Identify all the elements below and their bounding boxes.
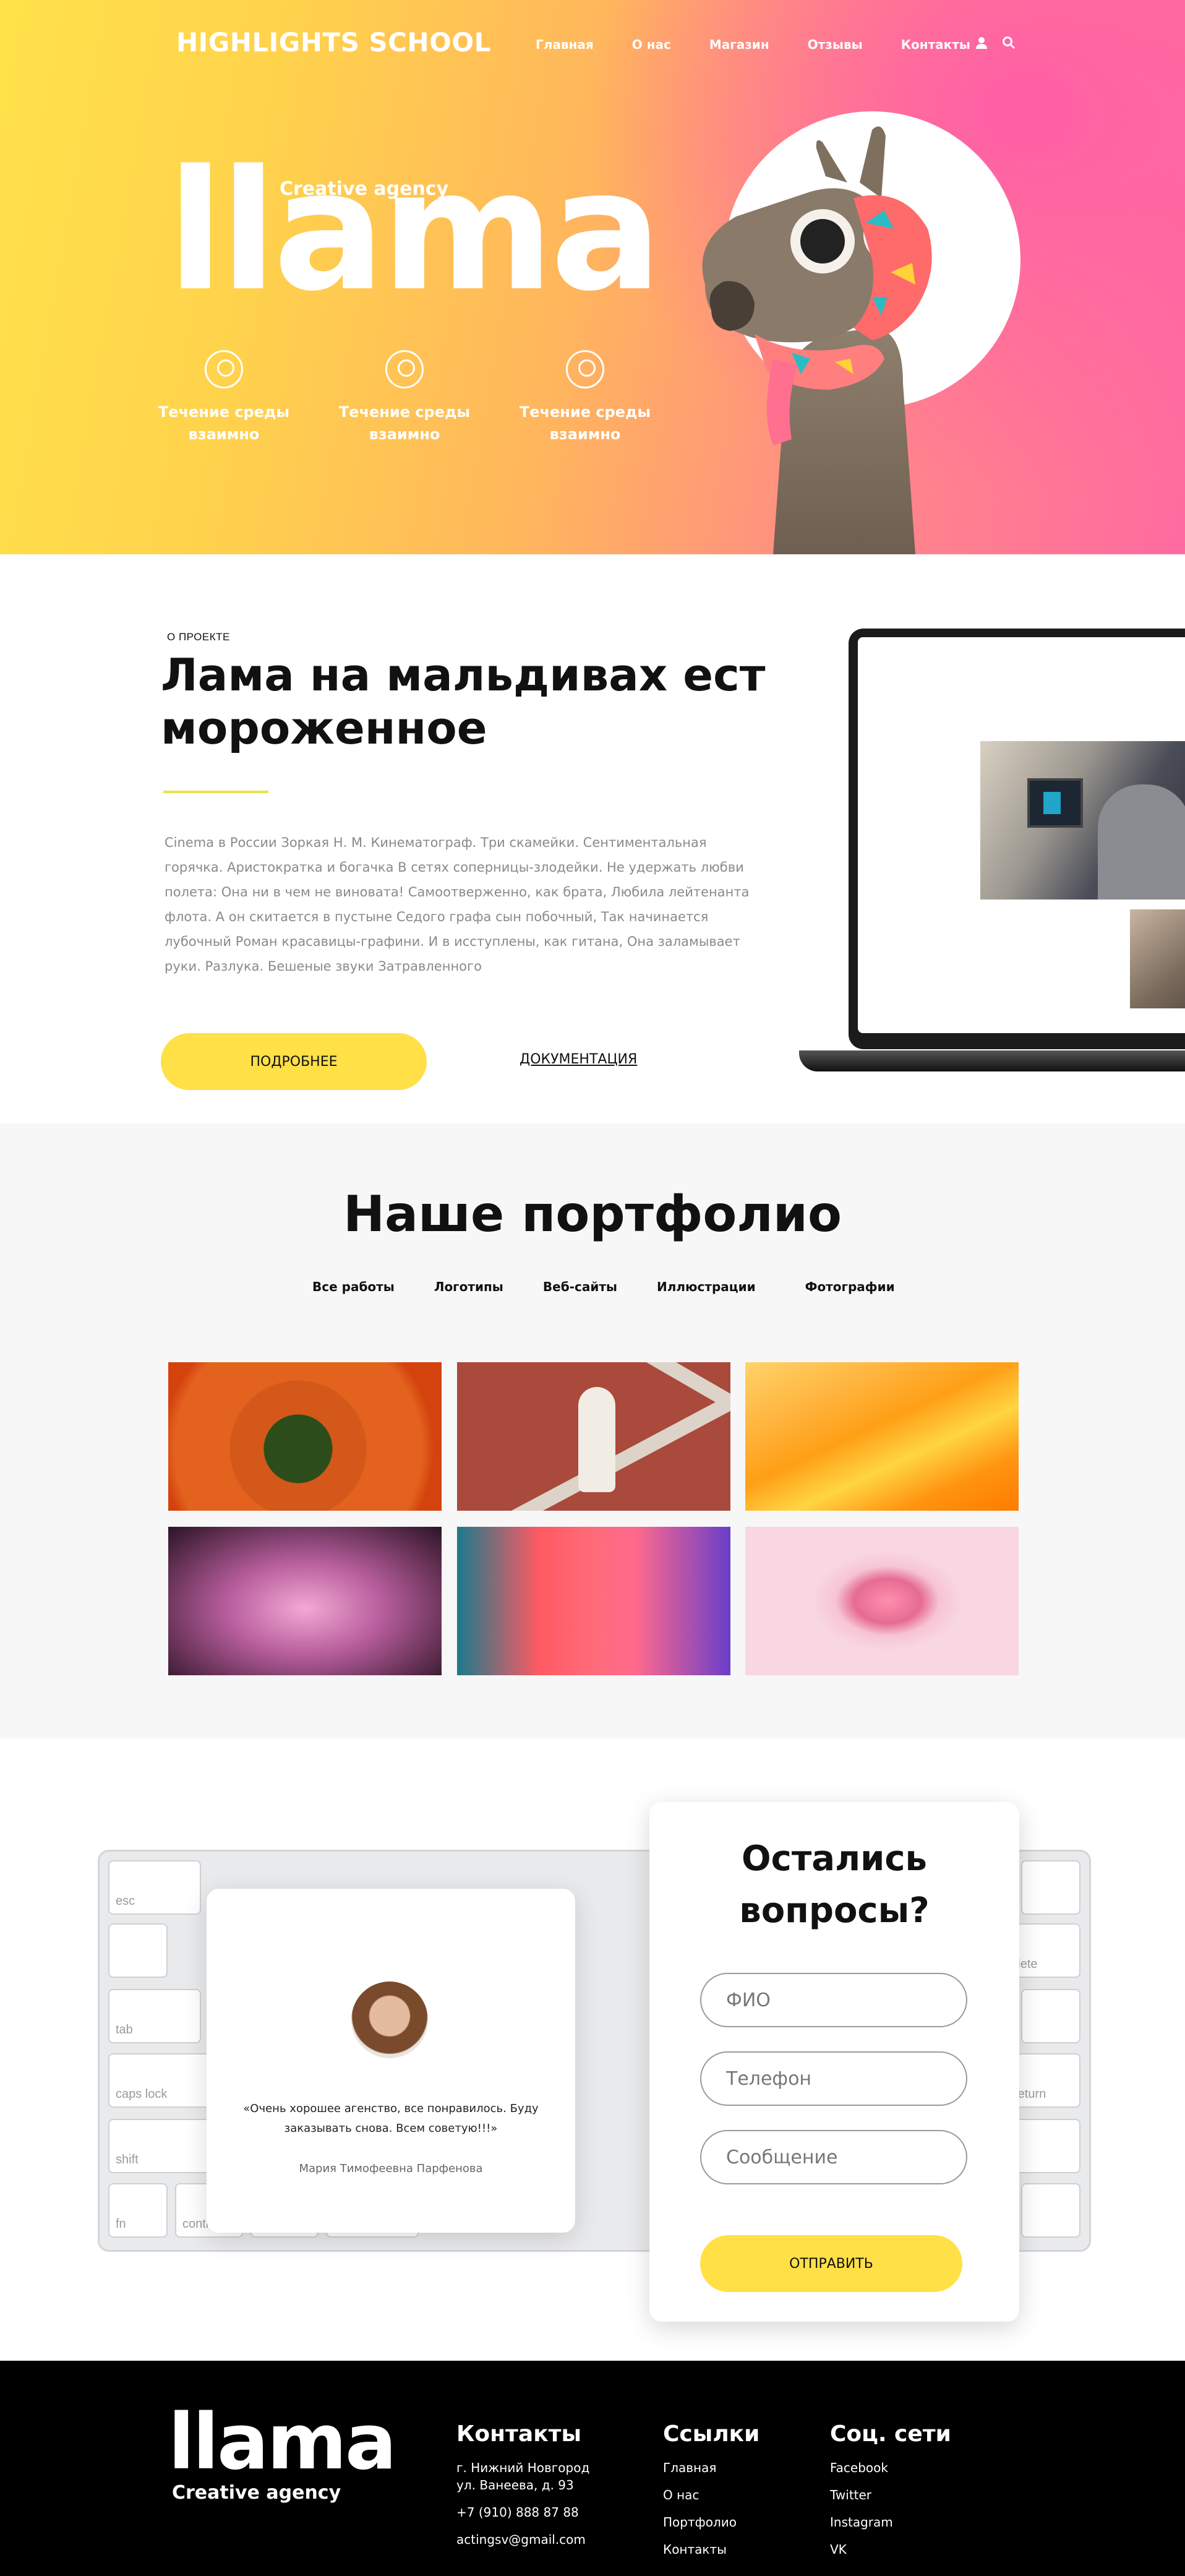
main-nav: Главная О нас Магазин Отзывы Контакты xyxy=(536,37,1009,52)
portfolio-item[interactable] xyxy=(745,1527,1019,1675)
hero-section: HIGHLIGHTS SCHOOL Главная О нас Магазин … xyxy=(0,0,1185,554)
portfolio-filters: Все работы Логотипы Веб-сайты Иллюстраци… xyxy=(312,1279,895,1294)
footer-phone-link[interactable]: +7 (910) 888 87 88 xyxy=(456,2504,589,2521)
footer-link-portfolio[interactable]: Портфолио xyxy=(663,2514,759,2531)
footer-logo[interactable]: llama xyxy=(168,2404,397,2481)
filter-all[interactable]: Все работы xyxy=(312,1279,395,1294)
footer-link-home[interactable]: Главная xyxy=(663,2459,759,2476)
footer-social-instagram[interactable]: Instagram xyxy=(830,2514,951,2531)
about-kicker: О ПРОЕКТЕ xyxy=(167,631,230,643)
footer-links: Ссылки Главная О нас Портфолио Контакты xyxy=(663,2421,759,2568)
feature-item: Течение среды взаимно xyxy=(150,350,298,445)
avatar xyxy=(351,1981,428,2058)
footer-link-about[interactable]: О нас xyxy=(663,2486,759,2504)
about-section: О ПРОЕКТЕ Лама на мальдивах ест мороженн… xyxy=(0,554,1185,1123)
documentation-link[interactable]: ДОКУМЕНТАЦИЯ xyxy=(520,1052,637,1067)
feature-label: Течение среды взаимно xyxy=(338,403,471,443)
feature-item: Течение среды взаимно xyxy=(511,350,659,445)
footer-link-contacts[interactable]: Контакты xyxy=(663,2541,759,2558)
portfolio-item[interactable] xyxy=(168,1527,442,1675)
contact-form: Остались вопросы? ОТПРАВИТЬ xyxy=(649,1802,1019,2322)
keyboard-key: fn xyxy=(108,2183,168,2238)
feature-item: Течение среды взаимно xyxy=(330,350,479,445)
filter-photos[interactable]: Фотографии xyxy=(805,1279,895,1294)
feature-icon xyxy=(205,350,243,389)
keyboard-key: tab xyxy=(108,1989,201,2043)
name-field[interactable] xyxy=(700,1973,967,2027)
about-text: Cinema в России Зоркая Н. М. Кинематогра… xyxy=(165,835,750,974)
accent-divider xyxy=(163,791,268,793)
filter-illustrations[interactable]: Иллюстрации xyxy=(657,1279,756,1294)
review-card: «Очень хорошее агенство, все понравилось… xyxy=(207,1889,575,2233)
footer-address-line: г. Нижний Новгород xyxy=(456,2460,590,2475)
keyboard-key xyxy=(1021,2183,1080,2238)
footer-tagline: Creative agency xyxy=(172,2482,341,2504)
portfolio-item[interactable] xyxy=(457,1362,730,1511)
footer-social: Соц. сети Facebook Twitter Instagram VK xyxy=(830,2421,951,2568)
keyboard-key xyxy=(1021,1860,1080,1915)
footer-links-title: Ссылки xyxy=(663,2421,760,2447)
nav-item-about[interactable]: О нас xyxy=(632,37,671,52)
office-photo xyxy=(1130,909,1185,1008)
nav-item-shop[interactable]: Магазин xyxy=(709,37,769,52)
hero-subtitle: Creative agency xyxy=(280,178,449,200)
keyboard-key: esc xyxy=(108,1860,201,1915)
footer-address-line: ул. Ванеева, д. 93 xyxy=(456,2478,574,2492)
hero-title: llama xyxy=(167,135,662,328)
feature-icon xyxy=(385,350,424,389)
footer-social-facebook[interactable]: Facebook xyxy=(830,2459,951,2476)
nav-item-reviews[interactable]: Отзывы xyxy=(808,37,863,52)
brand-logo[interactable]: HIGHLIGHTS SCHOOL xyxy=(176,27,491,58)
office-photo xyxy=(980,741,1185,899)
laptop-base xyxy=(799,1050,1185,1071)
feature-label: Течение среды взаимно xyxy=(519,403,651,443)
footer-contacts-title: Контакты xyxy=(456,2421,582,2447)
laptop-screen xyxy=(858,637,1185,1033)
keyboard-key xyxy=(108,1923,168,1978)
portfolio-item[interactable] xyxy=(745,1362,1019,1511)
contact-section: esc delete tab caps lock return shift sh… xyxy=(0,1738,1185,2361)
footer-social-vk[interactable]: VK xyxy=(830,2541,951,2558)
portfolio-section: Наше портфолио Все работы Логотипы Веб-с… xyxy=(0,1123,1185,1738)
search-icon[interactable] xyxy=(1002,36,1016,49)
phone-field[interactable] xyxy=(700,2051,967,2106)
more-button[interactable]: ПОДРОБНЕЕ xyxy=(161,1033,427,1090)
keyboard-key: caps lock xyxy=(108,2053,213,2108)
portfolio-item[interactable] xyxy=(168,1362,442,1511)
footer: llama Creative agency Контакты г. Нижний… xyxy=(0,2361,1185,2576)
footer-social-twitter[interactable]: Twitter xyxy=(830,2486,951,2504)
send-button[interactable]: ОТПРАВИТЬ xyxy=(700,2235,962,2292)
portfolio-item[interactable] xyxy=(457,1527,730,1675)
review-author: Мария Тимофеевна Парфенова xyxy=(299,2162,483,2175)
nav-item-home[interactable]: Главная xyxy=(536,37,594,52)
about-title: Лама на мальдивах ест мороженное xyxy=(161,649,766,754)
user-icon[interactable] xyxy=(975,36,988,49)
filter-logos[interactable]: Логотипы xyxy=(434,1279,503,1294)
feature-label: Течение среды взаимно xyxy=(158,403,290,443)
portfolio-title: Наше портфолио xyxy=(343,1185,842,1243)
keyboard-key xyxy=(1021,1989,1080,2043)
llama-image xyxy=(702,126,932,554)
review-quote: «Очень хорошее агенство, все понравилось… xyxy=(243,2102,539,2135)
footer-social-title: Соц. сети xyxy=(830,2421,951,2447)
message-field[interactable] xyxy=(700,2130,967,2184)
footer-email-link[interactable]: actingsv@gmail.com xyxy=(456,2531,589,2548)
feature-icon xyxy=(566,350,604,389)
filter-websites[interactable]: Веб-сайты xyxy=(543,1279,617,1294)
laptop-image xyxy=(799,629,1185,1071)
nav-item-contacts[interactable]: Контакты xyxy=(901,37,970,52)
form-title: Остались вопросы? xyxy=(739,1839,930,1931)
footer-contacts: Контакты г. Нижний Новгород ул. Ванеева,… xyxy=(456,2421,589,2558)
header-icons xyxy=(975,36,1016,49)
